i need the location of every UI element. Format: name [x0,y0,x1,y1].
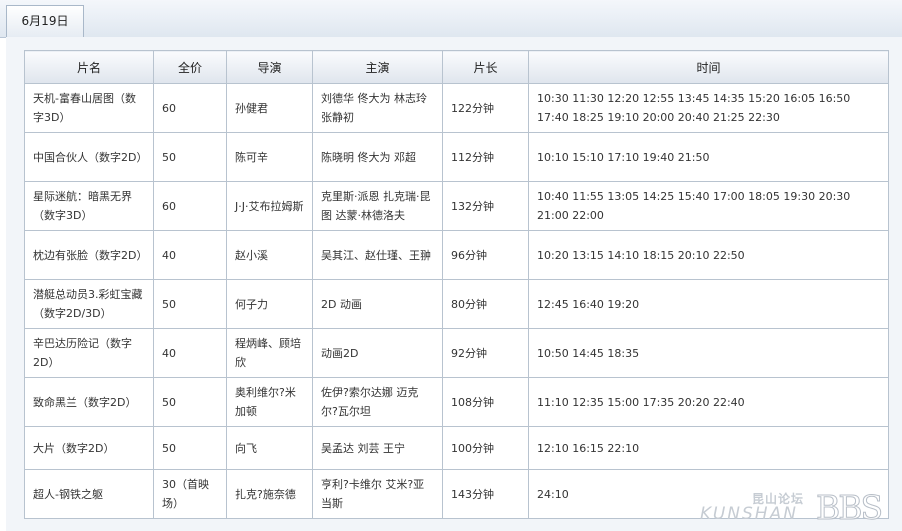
movie-price: 50 [153,426,227,470]
movie-cast: 2D 动画 [312,279,443,329]
movie-duration: 100分钟 [442,426,529,470]
movie-director: J·J·艾布拉姆斯 [226,181,313,231]
movie-times: 10:10 15:10 17:10 19:40 21:50 [528,132,889,182]
movie-cast: 亨利?卡维尔 艾米?亚当斯 [312,469,443,519]
movie-title: 中国合伙人（数字2D） [24,132,154,182]
movie-price: 60 [153,83,227,133]
movie-duration: 122分钟 [442,83,529,133]
movie-times: 12:10 16:15 22:10 [528,426,889,470]
movie-director: 扎克?施奈德 [226,469,313,519]
header-title: 片名 [24,50,154,84]
movie-times: 10:40 11:55 13:05 14:25 15:40 17:00 18:0… [528,181,889,231]
movie-director: 向飞 [226,426,313,470]
movie-cast: 陈晓明 佟大为 邓超 [312,132,443,182]
table-row: 潜艇总动员3.彩虹宝藏（数字2D/3D） 50 何子力 2D 动画 80分钟 1… [24,279,889,329]
table-row: 辛巴达历险记（数字2D） 40 程炳峰、顾培欣 动画2D 92分钟 10:50 … [24,328,889,378]
movie-price: 60 [153,181,227,231]
movie-duration: 132分钟 [442,181,529,231]
movie-times: 10:30 11:30 12:20 12:55 13:45 14:35 15:2… [528,83,889,133]
schedule-table: 片名 全价 导演 主演 片长 时间 天机-富春山居图（数字3D） 60 孙健君 … [24,50,889,519]
movie-duration: 108分钟 [442,377,529,427]
movie-director: 奥利维尔?米加顿 [226,377,313,427]
movie-price: 40 [153,230,227,280]
header-price: 全价 [153,50,227,84]
movie-cast: 克里斯·派恩 扎克瑞·昆图 达蒙·林德洛夫 [312,181,443,231]
movie-title: 天机-富春山居图（数字3D） [24,83,154,133]
header-times: 时间 [528,50,889,84]
movie-title: 枕边有张脸（数字2D） [24,230,154,280]
header-director: 导演 [226,50,313,84]
forum-watermark: 昆山论坛 KUNSHAN BBS [700,488,900,528]
movie-price: 40 [153,328,227,378]
movie-price: 30（首映场） [153,469,227,519]
movie-cast: 佐伊?索尔达娜 迈克尔?瓦尔坦 [312,377,443,427]
movie-title: 致命黑兰（数字2D） [24,377,154,427]
watermark-bbs: BBS [815,488,883,528]
table-row: 致命黑兰（数字2D） 50 奥利维尔?米加顿 佐伊?索尔达娜 迈克尔?瓦尔坦 1… [24,377,889,427]
movie-duration: 112分钟 [442,132,529,182]
movie-duration: 92分钟 [442,328,529,378]
watermark-en: KUNSHAN [700,504,798,524]
movie-title: 辛巴达历险记（数字2D） [24,328,154,378]
movie-title: 星际迷航：暗黑无界（数字3D） [24,181,154,231]
header-cast: 主演 [312,50,443,84]
table-header-row: 片名 全价 导演 主演 片长 时间 [24,50,889,84]
movie-cast: 吴孟达 刘芸 王宁 [312,426,443,470]
movie-price: 50 [153,377,227,427]
movie-price: 50 [153,279,227,329]
movie-director: 陈可辛 [226,132,313,182]
movie-duration: 143分钟 [442,469,529,519]
date-tab-bar: 6月19日 [0,0,902,38]
movie-title: 潜艇总动员3.彩虹宝藏（数字2D/3D） [24,279,154,329]
movie-title: 超人-钢铁之躯 [24,469,154,519]
movie-cast: 吴其江、赵仕瑾、王翀 [312,230,443,280]
table-row: 星际迷航：暗黑无界（数字3D） 60 J·J·艾布拉姆斯 克里斯·派恩 扎克瑞·… [24,181,889,231]
movie-times: 10:50 14:45 18:35 [528,328,889,378]
movie-times: 11:10 12:35 15:00 17:35 20:20 22:40 [528,377,889,427]
table-row: 枕边有张脸（数字2D） 40 赵小溪 吴其江、赵仕瑾、王翀 96分钟 10:20… [24,230,889,280]
movie-duration: 96分钟 [442,230,529,280]
movie-director: 赵小溪 [226,230,313,280]
movie-title: 大片（数字2D） [24,426,154,470]
table-row: 中国合伙人（数字2D） 50 陈可辛 陈晓明 佟大为 邓超 112分钟 10:1… [24,132,889,182]
tab-date[interactable]: 6月19日 [6,5,84,37]
movie-cast: 刘德华 佟大为 林志玲 张静初 [312,83,443,133]
movie-director: 何子力 [226,279,313,329]
movie-duration: 80分钟 [442,279,529,329]
movie-director: 程炳峰、顾培欣 [226,328,313,378]
movie-times: 10:20 13:15 14:10 18:15 20:10 22:50 [528,230,889,280]
movie-price: 50 [153,132,227,182]
movie-director: 孙健君 [226,83,313,133]
movie-times: 12:45 16:40 19:20 [528,279,889,329]
table-row: 大片（数字2D） 50 向飞 吴孟达 刘芸 王宁 100分钟 12:10 16:… [24,426,889,470]
movie-cast: 动画2D [312,328,443,378]
header-duration: 片长 [442,50,529,84]
table-row: 天机-富春山居图（数字3D） 60 孙健君 刘德华 佟大为 林志玲 张静初 12… [24,83,889,133]
